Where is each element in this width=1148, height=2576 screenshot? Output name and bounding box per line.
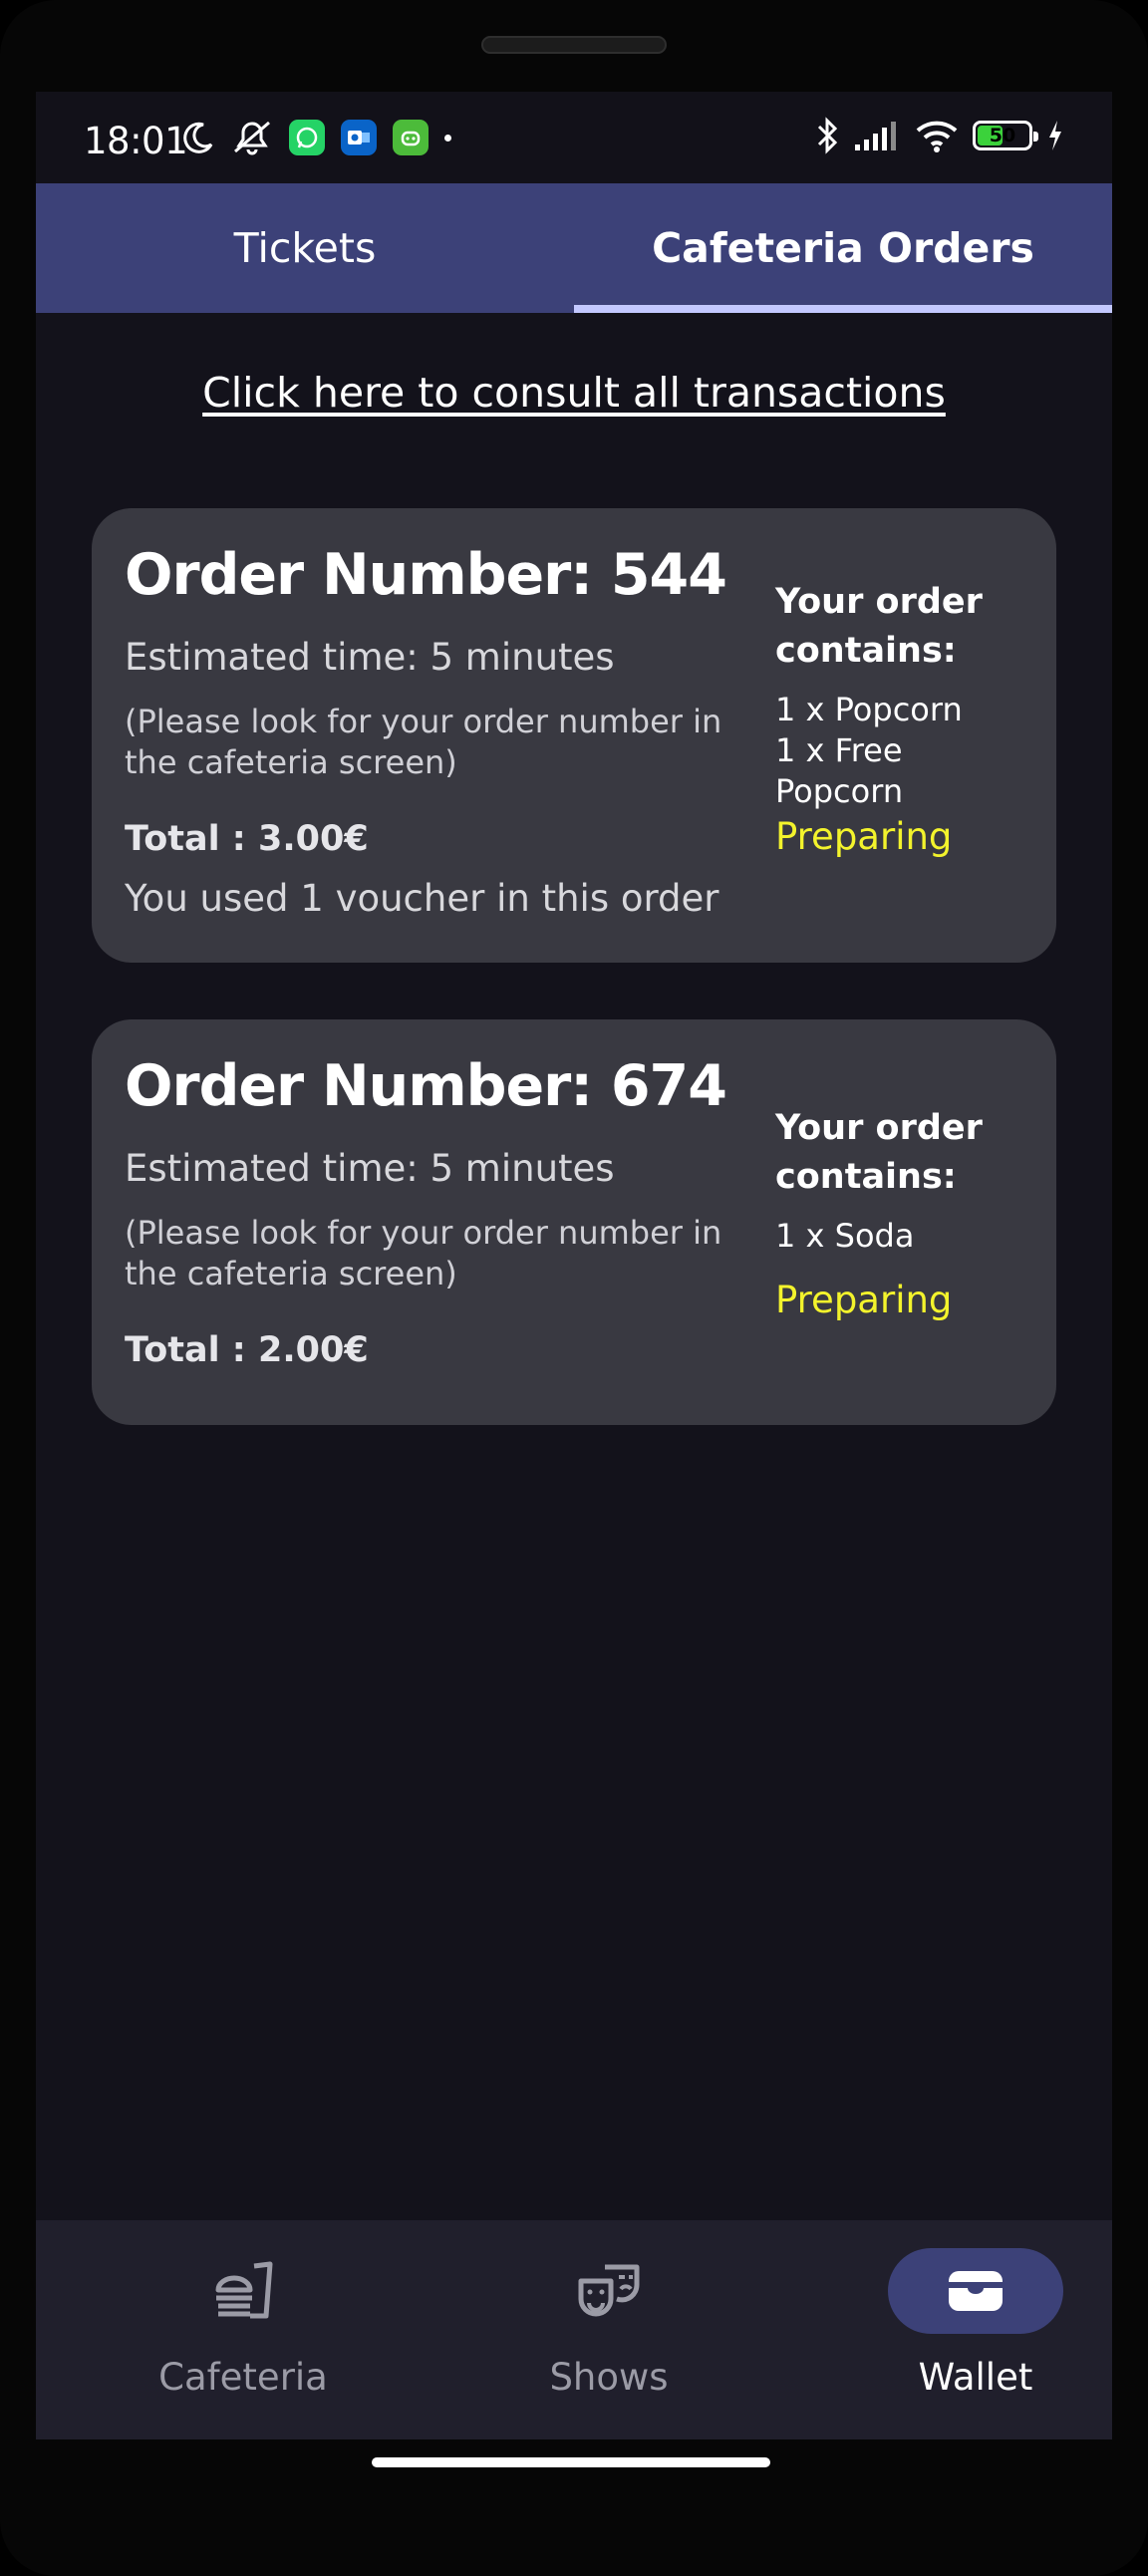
tab-cafeteria-orders[interactable]: Cafeteria Orders [574, 183, 1112, 313]
order-total: Total : 3.00€ [125, 819, 369, 859]
order-contains-title: Your order contains: [775, 1108, 983, 1197]
bluetooth-icon [815, 117, 839, 154]
earpiece-speaker [481, 36, 667, 54]
order-total: Total : 2.00€ [125, 1330, 369, 1370]
order-note: (Please look for your order number in th… [125, 703, 722, 781]
signal-icon [853, 118, 901, 153]
order-item: 1 x Popcorn [775, 691, 963, 728]
charging-icon [1046, 118, 1064, 153]
system-icons: 50 [815, 117, 1064, 154]
voucher-info: You used 1 voucher in this order [125, 877, 719, 920]
order-number: Order Number: 544 [125, 542, 727, 608]
order-status: Preparing [775, 815, 953, 858]
status-bar: 18:01 50 [36, 92, 1112, 183]
order-item: 1 x Free [775, 731, 903, 769]
status-time: 18:01 [84, 120, 188, 162]
notification-icons [181, 120, 451, 155]
wifi-icon [915, 118, 959, 153]
nav-label: Wallet [918, 2356, 1033, 2399]
order-card: Order Number: 544 Estimated time: 5 minu… [92, 508, 1056, 963]
consult-transactions-link[interactable]: Click here to consult all transactions [36, 369, 1112, 417]
active-tab-indicator [574, 305, 1112, 313]
order-contains-title: Your order contains: [775, 582, 983, 671]
nav-label: Cafeteria [158, 2356, 328, 2399]
theater-masks-icon [521, 2248, 697, 2334]
order-items: 1 x Popcorn 1 x Free Popcorn [775, 690, 1034, 812]
order-card: Order Number: 674 Estimated time: 5 minu… [92, 1019, 1056, 1425]
order-status: Preparing [775, 1279, 953, 1321]
order-item: Popcorn [775, 772, 904, 810]
battery-icon: 50 [973, 121, 1038, 150]
nav-cafeteria[interactable]: Cafeteria [64, 2220, 423, 2439]
nav-shows[interactable]: Shows [430, 2220, 788, 2439]
moon-icon [181, 120, 215, 155]
order-items: 1 x Soda [775, 1216, 1034, 1257]
home-indicator[interactable] [372, 2457, 770, 2467]
top-tab-bar: Tickets Cafeteria Orders [36, 183, 1112, 313]
dot-icon [444, 134, 451, 142]
cafeteria-icon [155, 2248, 331, 2334]
nav-label: Shows [549, 2356, 669, 2399]
battery-level: 50 [989, 125, 1016, 146]
order-item: 1 x Soda [775, 1217, 915, 1255]
estimated-time: Estimated time: 5 minutes [125, 636, 615, 679]
battery-cap [1033, 132, 1038, 142]
nav-wallet[interactable]: Wallet [796, 2220, 1112, 2439]
app-screen: 18:01 50 Tickets Cafeteria Orders Click … [36, 92, 1112, 2439]
whatsapp-icon [289, 120, 325, 155]
bottom-navigation: Cafeteria Shows Wallet [36, 2220, 1112, 2439]
phone-frame: 18:01 50 Tickets Cafeteria Orders Click … [0, 0, 1148, 2576]
estimated-time: Estimated time: 5 minutes [125, 1147, 615, 1190]
order-note: (Please look for your order number in th… [125, 1214, 722, 1292]
order-number: Order Number: 674 [125, 1053, 727, 1119]
outlook-icon [341, 120, 377, 155]
tab-tickets[interactable]: Tickets [36, 183, 574, 313]
wallet-icon [888, 2248, 1063, 2334]
mute-icon [231, 120, 273, 155]
android-icon [393, 120, 429, 155]
